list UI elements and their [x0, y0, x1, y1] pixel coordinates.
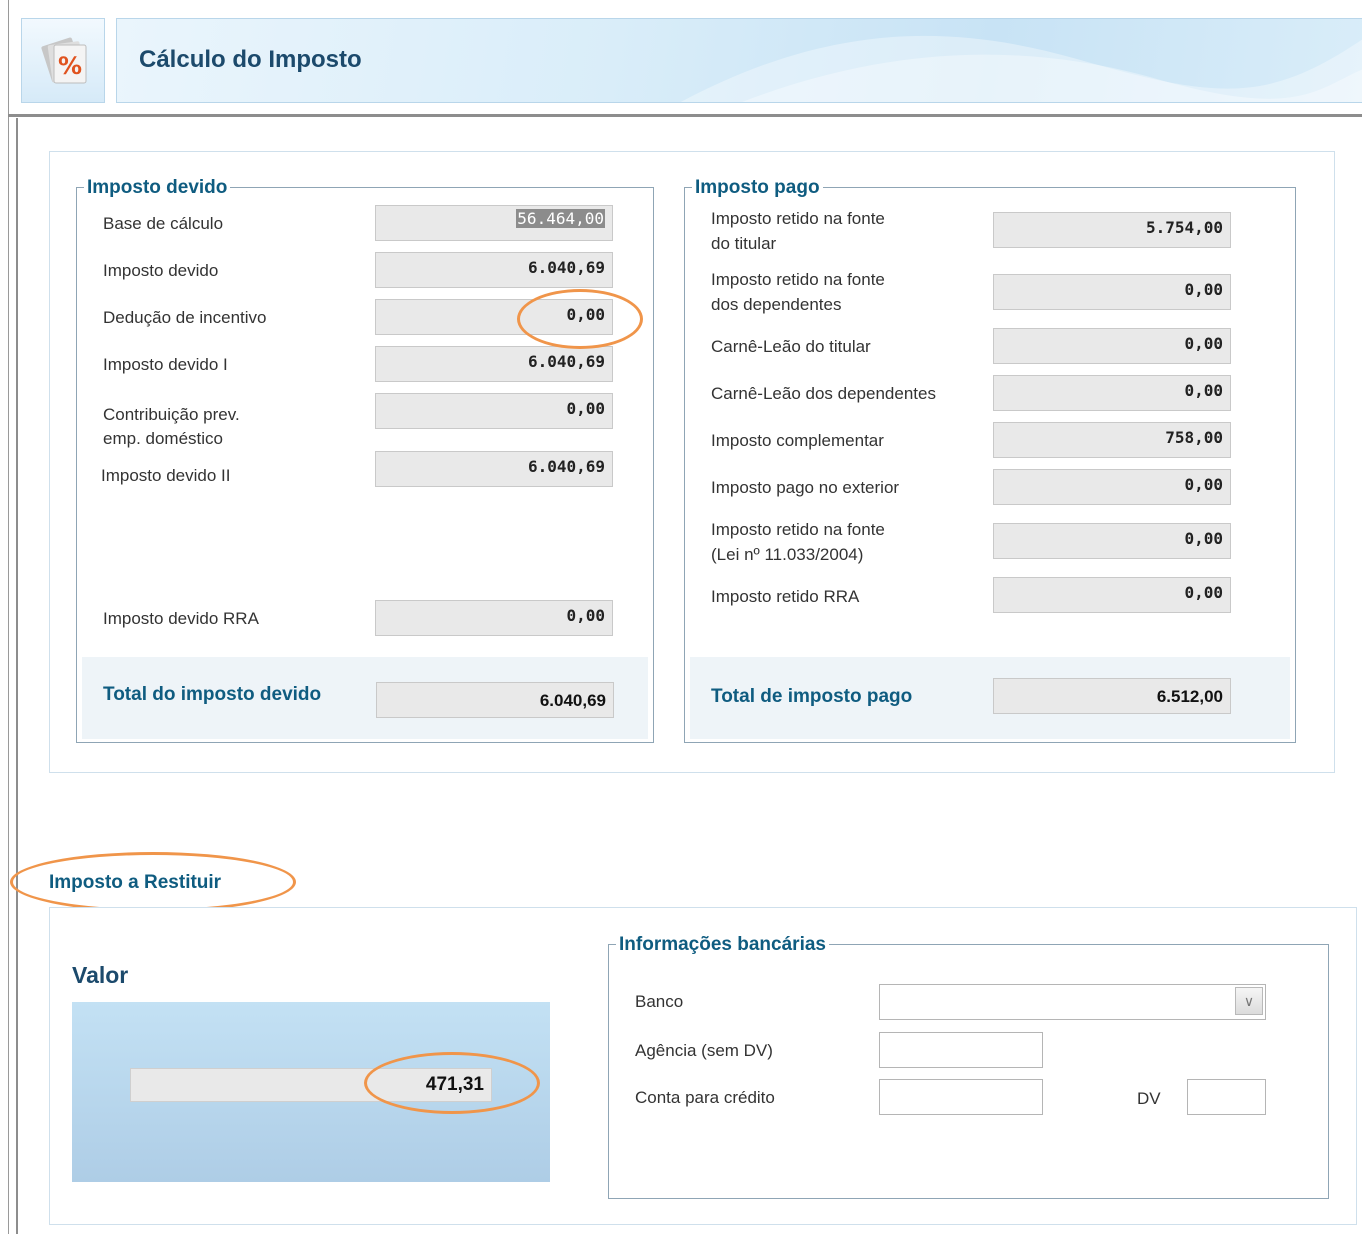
- conta-credito-label: Conta para crédito: [635, 1088, 775, 1107]
- carne-leao-titular-field[interactable]: 0,00: [993, 328, 1231, 364]
- imposto-devido-i-field[interactable]: 6.040,69: [375, 346, 613, 382]
- valor-title: Valor: [72, 962, 129, 988]
- chevron-down-icon[interactable]: ∨: [1235, 987, 1263, 1015]
- window-border-left: [8, 0, 9, 1234]
- agencia-input[interactable]: [879, 1032, 1043, 1068]
- retido-fonte-titular-label-line2: do titular: [711, 234, 777, 253]
- retido-fonte-lei-label-line2: (Lei nº 11.033/2004): [711, 545, 864, 564]
- retido-fonte-titular-label-line1: Imposto retido na fonte: [711, 209, 885, 228]
- total-imposto-pago-field[interactable]: 6.512,00: [993, 678, 1231, 714]
- total-imposto-devido-field[interactable]: 6.040,69: [376, 682, 614, 718]
- imposto-devido-rra-field[interactable]: 0,00: [375, 600, 613, 636]
- dv-input[interactable]: [1187, 1079, 1266, 1115]
- imposto-devido-field[interactable]: 6.040,69: [375, 252, 613, 288]
- conta-credito-input[interactable]: [879, 1079, 1043, 1115]
- imposto-exterior-field[interactable]: 0,00: [993, 469, 1231, 505]
- highlight-oval-valor: [364, 1052, 540, 1114]
- banco-label: Banco: [635, 992, 684, 1011]
- imposto-devido-label: Imposto devido: [103, 261, 219, 280]
- base-calculo-field[interactable]: 56.464,00: [375, 205, 613, 241]
- imposto-exterior-label: Imposto pago no exterior: [711, 478, 900, 497]
- retido-fonte-dependentes-field[interactable]: 0,00: [993, 274, 1231, 310]
- contribuicao-prev-field[interactable]: 0,00: [375, 393, 613, 429]
- imposto-devido-rra-label: Imposto devido RRA: [103, 609, 259, 628]
- highlight-oval-restituir: [10, 852, 296, 912]
- page-title: Cálculo do Imposto: [139, 46, 362, 73]
- retido-fonte-lei-label-line1: Imposto retido na fonte: [711, 520, 885, 539]
- banco-select[interactable]: ∨: [879, 984, 1266, 1020]
- retido-fonte-dependentes-label-line2: dos dependentes: [711, 295, 842, 314]
- header-banner: Cálculo do Imposto: [116, 18, 1362, 103]
- total-imposto-devido-label: Total do imposto devido: [103, 684, 322, 705]
- svg-text:%: %: [58, 52, 82, 80]
- percent-document-icon: %: [41, 37, 87, 84]
- informacoes-bancarias-legend: Informações bancárias: [616, 934, 829, 956]
- imposto-devido-ii-field[interactable]: 6.040,69: [375, 451, 613, 487]
- total-imposto-pago-label: Total de imposto pago: [711, 686, 913, 707]
- carne-leao-titular-label: Carnê-Leão do titular: [711, 337, 871, 356]
- dv-label: DV: [1137, 1089, 1161, 1108]
- header-icon-box: %: [21, 18, 105, 103]
- highlight-oval-deducao: [517, 289, 643, 349]
- agencia-label: Agência (sem DV): [635, 1041, 773, 1060]
- retido-fonte-titular-field[interactable]: 5.754,00: [993, 212, 1231, 248]
- content-border-left: [16, 118, 18, 1234]
- imposto-retido-rra-label: Imposto retido RRA: [711, 587, 860, 606]
- imposto-devido-legend: Imposto devido: [84, 177, 231, 199]
- retido-fonte-lei-field[interactable]: 0,00: [993, 523, 1231, 559]
- base-calculo-label: Base de cálculo: [103, 214, 224, 233]
- deducao-incentivo-label: Dedução de incentivo: [103, 308, 267, 327]
- imposto-pago-legend: Imposto pago: [692, 177, 823, 199]
- imposto-devido-ii-label: Imposto devido II: [101, 466, 231, 485]
- header-separator: [8, 114, 1362, 117]
- contribuicao-prev-label-line1: Contribuição prev.: [103, 405, 240, 424]
- retido-fonte-dependentes-label-line1: Imposto retido na fonte: [711, 270, 885, 289]
- imposto-devido-i-label: Imposto devido I: [103, 355, 228, 374]
- imposto-complementar-label: Imposto complementar: [711, 431, 884, 450]
- carne-leao-dependentes-field[interactable]: 0,00: [993, 375, 1231, 411]
- informacoes-bancarias-group: [608, 944, 1329, 1199]
- contribuicao-prev-label-line2: emp. doméstico: [103, 429, 223, 448]
- imposto-retido-rra-field[interactable]: 0,00: [993, 577, 1231, 613]
- imposto-complementar-field[interactable]: 758,00: [993, 422, 1231, 458]
- carne-leao-dependentes-label: Carnê-Leão dos dependentes: [711, 384, 936, 403]
